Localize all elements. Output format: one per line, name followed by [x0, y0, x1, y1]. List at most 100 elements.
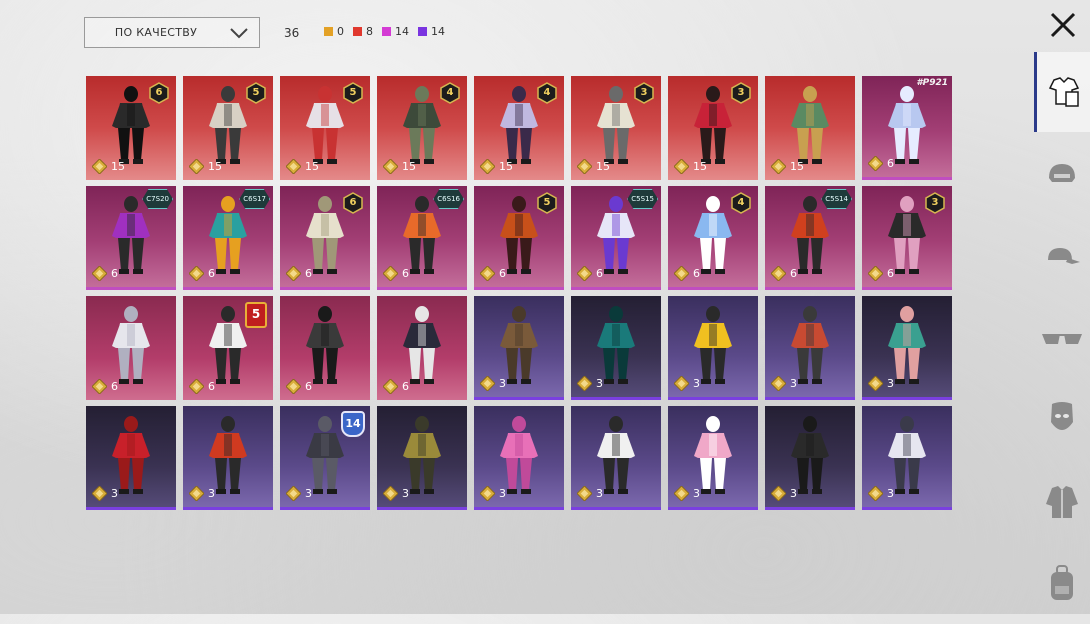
outfit-card[interactable]: 3: [474, 406, 564, 510]
outfit-card[interactable]: 3: [668, 406, 758, 510]
outfit-card[interactable]: C6S16 6: [377, 186, 467, 290]
outfit-card[interactable]: 3 15: [571, 76, 661, 180]
outfit-card[interactable]: 5 15: [183, 76, 273, 180]
cost-display: 6: [868, 266, 894, 281]
cost-value: 3: [499, 487, 506, 500]
outfit-card[interactable]: 3: [86, 406, 176, 510]
outfit-card[interactable]: 3: [183, 406, 273, 510]
category-tab[interactable]: [1034, 52, 1090, 132]
cost-value: 6: [887, 267, 894, 280]
coin-icon: [868, 376, 883, 391]
level-value: 3: [640, 87, 648, 98]
coin-icon: [189, 486, 204, 501]
outfit-card[interactable]: 56: [183, 296, 273, 400]
outfit-card[interactable]: 6: [280, 296, 370, 400]
cost-display: 15: [383, 159, 416, 174]
cost-value: 15: [402, 160, 416, 173]
level-value: 4: [737, 197, 745, 208]
cost-value: 15: [693, 160, 707, 173]
outfit-card[interactable]: 66: [280, 186, 370, 290]
outfit-card[interactable]: 6: [86, 296, 176, 400]
category-tab[interactable]: [1034, 298, 1090, 378]
cost-value: 3: [596, 377, 603, 390]
outfit-card[interactable]: 46: [668, 186, 758, 290]
level-value: 6: [155, 87, 163, 98]
outfit-card[interactable]: 3: [765, 406, 855, 510]
coin-icon: [868, 486, 883, 501]
cost-display: 3: [286, 486, 312, 501]
outfit-card[interactable]: 3: [862, 406, 952, 510]
level-badge: 6: [148, 82, 170, 104]
item-grid: 6 15 5 15 5 15 4 15 4 15 3 15 3 15 15 #P921 6 C7S20 6 C6S17…: [86, 76, 952, 510]
outfit-card[interactable]: C5S15 6: [571, 186, 661, 290]
rarity-count: 0: [324, 25, 344, 38]
outfit-card[interactable]: 4 15: [474, 76, 564, 180]
glasses-icon: [1042, 334, 1082, 344]
cost-display: 3: [480, 376, 506, 391]
outfit-card[interactable]: 15: [765, 76, 855, 180]
outfit-card[interactable]: 3 15: [668, 76, 758, 180]
cost-value: 3: [305, 487, 312, 500]
rarity-count-value: 8: [366, 25, 373, 38]
category-tab[interactable]: [1034, 462, 1090, 542]
category-tab[interactable]: [1034, 380, 1090, 460]
cost-value: 3: [208, 487, 215, 500]
outfit-card[interactable]: 3: [571, 296, 661, 400]
cost-value: 3: [790, 487, 797, 500]
coin-icon: [286, 159, 301, 174]
rarity-counts: 0 8 14 14: [324, 25, 445, 38]
season-code-badge: C6S16: [433, 189, 464, 209]
close-button[interactable]: [1046, 8, 1080, 42]
outfit-card[interactable]: 14 3: [280, 406, 370, 510]
level-value: 4: [446, 87, 454, 98]
outfit-card[interactable]: 5 15: [280, 76, 370, 180]
outfit-card[interactable]: C7S20 6: [86, 186, 176, 290]
outfit-card[interactable]: #P921 6: [862, 76, 952, 180]
rarity-count: 14: [418, 25, 445, 38]
outfit-card[interactable]: 3: [571, 406, 661, 510]
level-value: 3: [931, 197, 939, 208]
category-tab[interactable]: [1034, 544, 1090, 624]
outfit-card[interactable]: C5S14 6: [765, 186, 855, 290]
season-code-badge: C6S17: [239, 189, 270, 209]
coin-icon: [674, 376, 689, 391]
outfit-card[interactable]: C6S17 6: [183, 186, 273, 290]
outfit-card[interactable]: 6: [377, 296, 467, 400]
outfit-card[interactable]: 36: [862, 186, 952, 290]
cost-display: 6: [480, 266, 506, 281]
cost-value: 6: [305, 267, 312, 280]
coin-icon: [577, 376, 592, 391]
cost-value: 6: [402, 267, 409, 280]
total-count: 36: [284, 26, 300, 40]
outfit-card[interactable]: 56: [474, 186, 564, 290]
cost-value: 3: [693, 377, 700, 390]
coin-icon: [189, 379, 204, 394]
category-tab[interactable]: [1034, 216, 1090, 296]
cost-display: 6: [92, 266, 118, 281]
level-badge: 4: [439, 82, 461, 104]
level-badge: 5: [342, 82, 364, 104]
shield-badge: 14: [341, 411, 365, 437]
coin-icon: [674, 486, 689, 501]
level-value: 5: [252, 87, 260, 98]
cost-display: 3: [480, 486, 506, 501]
cost-display: 6: [771, 266, 797, 281]
outfit-card[interactable]: 3: [377, 406, 467, 510]
cost-display: 15: [674, 159, 707, 174]
outfit-card[interactable]: 3: [862, 296, 952, 400]
cost-display: 6: [577, 266, 603, 281]
backpack-icon: [1051, 565, 1073, 600]
cost-display: 3: [868, 376, 894, 391]
cost-display: 6: [383, 266, 409, 281]
outfit-card[interactable]: 6 15: [86, 76, 176, 180]
outfit-card[interactable]: 4 15: [377, 76, 467, 180]
outfit-card[interactable]: 3: [668, 296, 758, 400]
level-value: 3: [737, 87, 745, 98]
rarity-count: 8: [353, 25, 373, 38]
cost-value: 3: [596, 487, 603, 500]
category-tab[interactable]: [1034, 134, 1090, 214]
sort-dropdown[interactable]: ПО КАЧЕСТВУ: [84, 17, 260, 48]
outfit-card[interactable]: 3: [765, 296, 855, 400]
category-sidebar: [1034, 52, 1090, 614]
outfit-card[interactable]: 3: [474, 296, 564, 400]
